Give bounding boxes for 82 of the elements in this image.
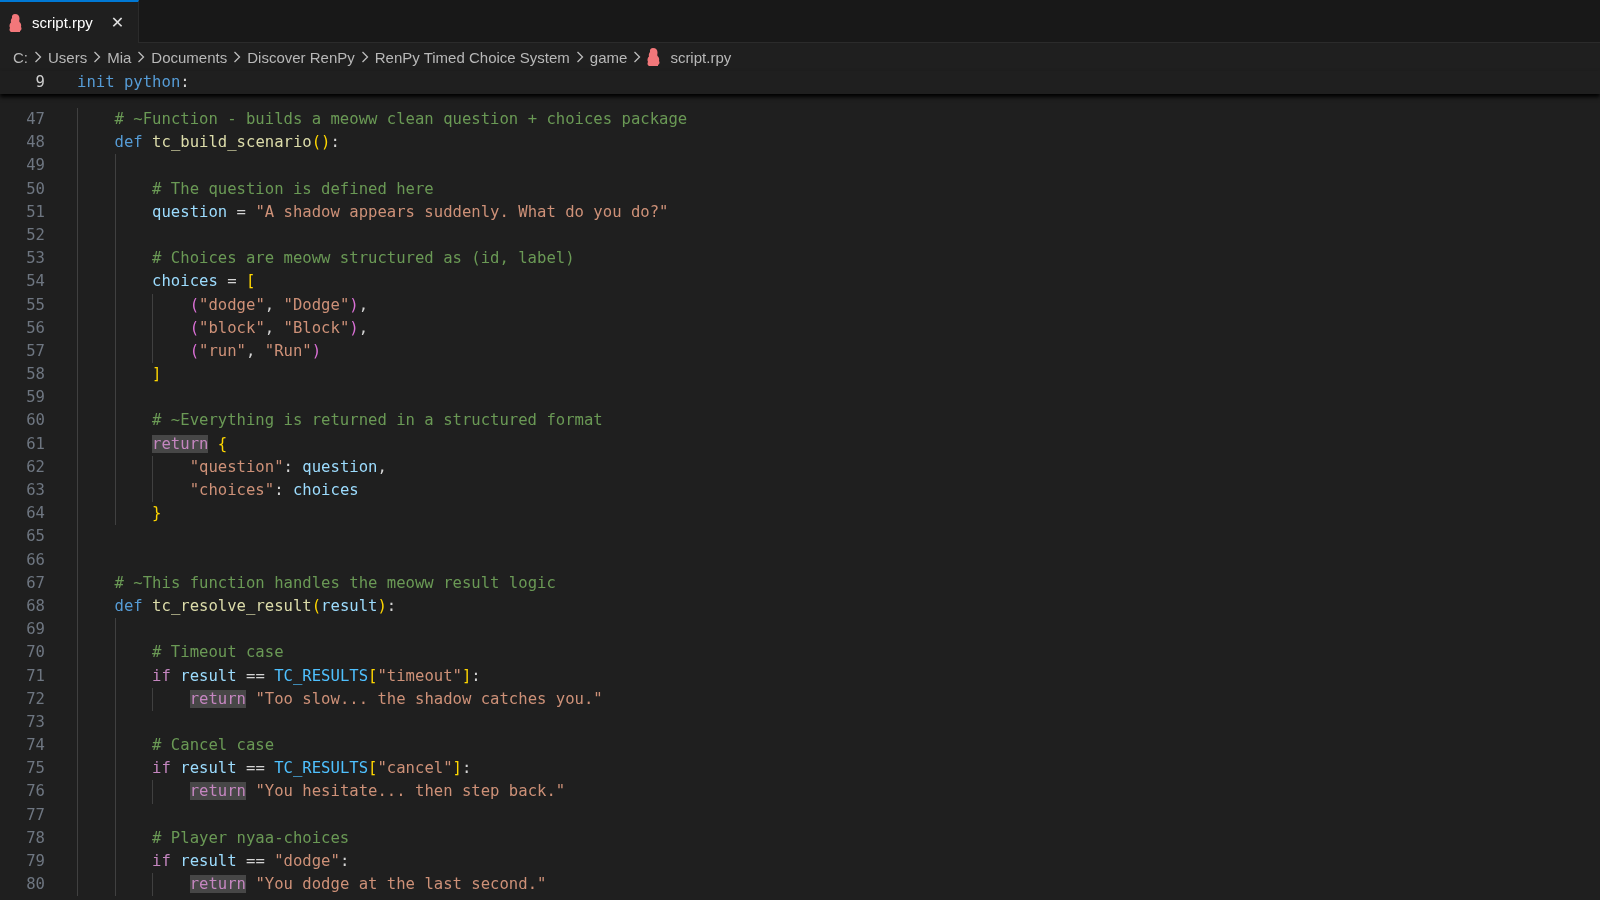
code-line: ] [152, 364, 162, 386]
chevron-icon [360, 51, 369, 63]
chevron-icon [93, 51, 102, 63]
line-number: 62 [25, 456, 45, 478]
chevron-icon [233, 51, 242, 63]
code-line: # ~Everything is returned in a structured format [152, 410, 603, 432]
line-number: 67 [25, 572, 45, 594]
breadcrumb-item[interactable]: C: [13, 48, 28, 66]
chevron-icon [137, 51, 146, 63]
code-line: if result == "dodge": [152, 851, 350, 872]
breadcrumb-item[interactable]: RenPy Timed Choice System [374, 48, 570, 66]
code-line: return "Too slow... the shadow catches you." [189, 688, 603, 710]
line-number: 58 [25, 364, 45, 386]
code-line: if result == TC_RESULTS["cancel"]: [152, 758, 472, 780]
line-number: 63 [25, 480, 45, 501]
code-line: ("run", "Run") [189, 340, 322, 362]
line-number: 70 [25, 642, 45, 664]
line-number: 50 [25, 178, 45, 200]
line-number: 68 [25, 595, 45, 617]
chevron-icon [34, 51, 42, 63]
line-number: 61 [25, 433, 45, 455]
line-number: 57 [25, 340, 45, 362]
line-number: 79 [25, 851, 45, 872]
line-number: 74 [25, 735, 45, 757]
code-line: # Cancel case [152, 735, 275, 757]
line-number: 56 [25, 317, 45, 339]
code-line: init python: [77, 72, 190, 93]
code-line: "choices": choices [189, 480, 359, 501]
code-line: # ~Function - builds a meoww clean question + choices package [114, 109, 688, 130]
code-line: choices = [ [152, 271, 256, 293]
code-line: # ~This function handles the meoww result logic [114, 572, 556, 594]
code-line: question = "A shadow appears suddenly. What do you do?" [152, 201, 669, 223]
line-number: 47 [25, 109, 45, 130]
code-line: # Player nyaa-choices [152, 827, 350, 849]
breadcrumb-item[interactable]: game [589, 48, 628, 66]
breadcrumb-item[interactable]: Mia [107, 48, 132, 66]
code-line: ("dodge", "Dodge"), [189, 294, 369, 316]
line-number: 76 [25, 781, 45, 803]
line-number: 49 [25, 155, 45, 177]
code-line: ("block", "Block"), [189, 317, 369, 339]
breadcrumb-item[interactable]: script.rpy [670, 48, 732, 66]
code-line: return { [152, 433, 228, 455]
line-number: 51 [25, 201, 45, 223]
line-number: 65 [25, 526, 45, 548]
code-line: return "You dodge at the last second." [189, 874, 547, 896]
close-button[interactable]: ✕ [108, 13, 127, 32]
line-number: 64 [25, 503, 45, 525]
breadcrumb-item[interactable]: Users [48, 48, 88, 66]
code-line: } [152, 503, 162, 525]
line-number: 59 [25, 387, 45, 409]
line-number: 69 [25, 619, 45, 641]
line-number: 80 [25, 874, 45, 896]
editor-tab[interactable]: script.rpy ✕ [0, 0, 140, 43]
line-number: 75 [25, 758, 45, 780]
code-line: # The question is defined here [152, 178, 434, 200]
line-number: 71 [25, 665, 45, 687]
line-number: 53 [25, 248, 45, 270]
figure-icon [9, 13, 22, 32]
tab-label: script.rpy [32, 14, 93, 31]
line-number: 9 [34, 72, 45, 93]
line-number: 52 [25, 224, 45, 246]
line-number: 66 [25, 549, 45, 571]
line-number: 60 [25, 410, 45, 432]
breadcrumb-item[interactable]: Discover RenPy [247, 48, 355, 66]
breadcrumb-item[interactable]: Documents [151, 48, 228, 66]
code-line: return "You hesitate... then step back." [189, 781, 566, 803]
code-line: def tc_resolve_result(result): [114, 595, 397, 617]
line-number: 78 [25, 827, 45, 849]
line-number: 72 [25, 688, 45, 710]
code-line: # Timeout case [152, 642, 284, 664]
code-line: # Choices are meoww structured as (id, label) [152, 248, 575, 270]
line-number: 54 [25, 271, 45, 293]
code-line: def tc_build_scenario(): [114, 132, 340, 154]
line-number: 77 [25, 804, 45, 826]
line-number: 48 [25, 132, 45, 154]
line-number: 73 [25, 711, 45, 733]
figure-icon [647, 48, 661, 66]
chevron-icon [575, 51, 584, 63]
code-line: if result == TC_RESULTS["timeout"]: [152, 665, 481, 687]
chevron-icon [633, 51, 642, 63]
code-line: "question": question, [189, 456, 387, 478]
line-number: 55 [25, 294, 45, 316]
